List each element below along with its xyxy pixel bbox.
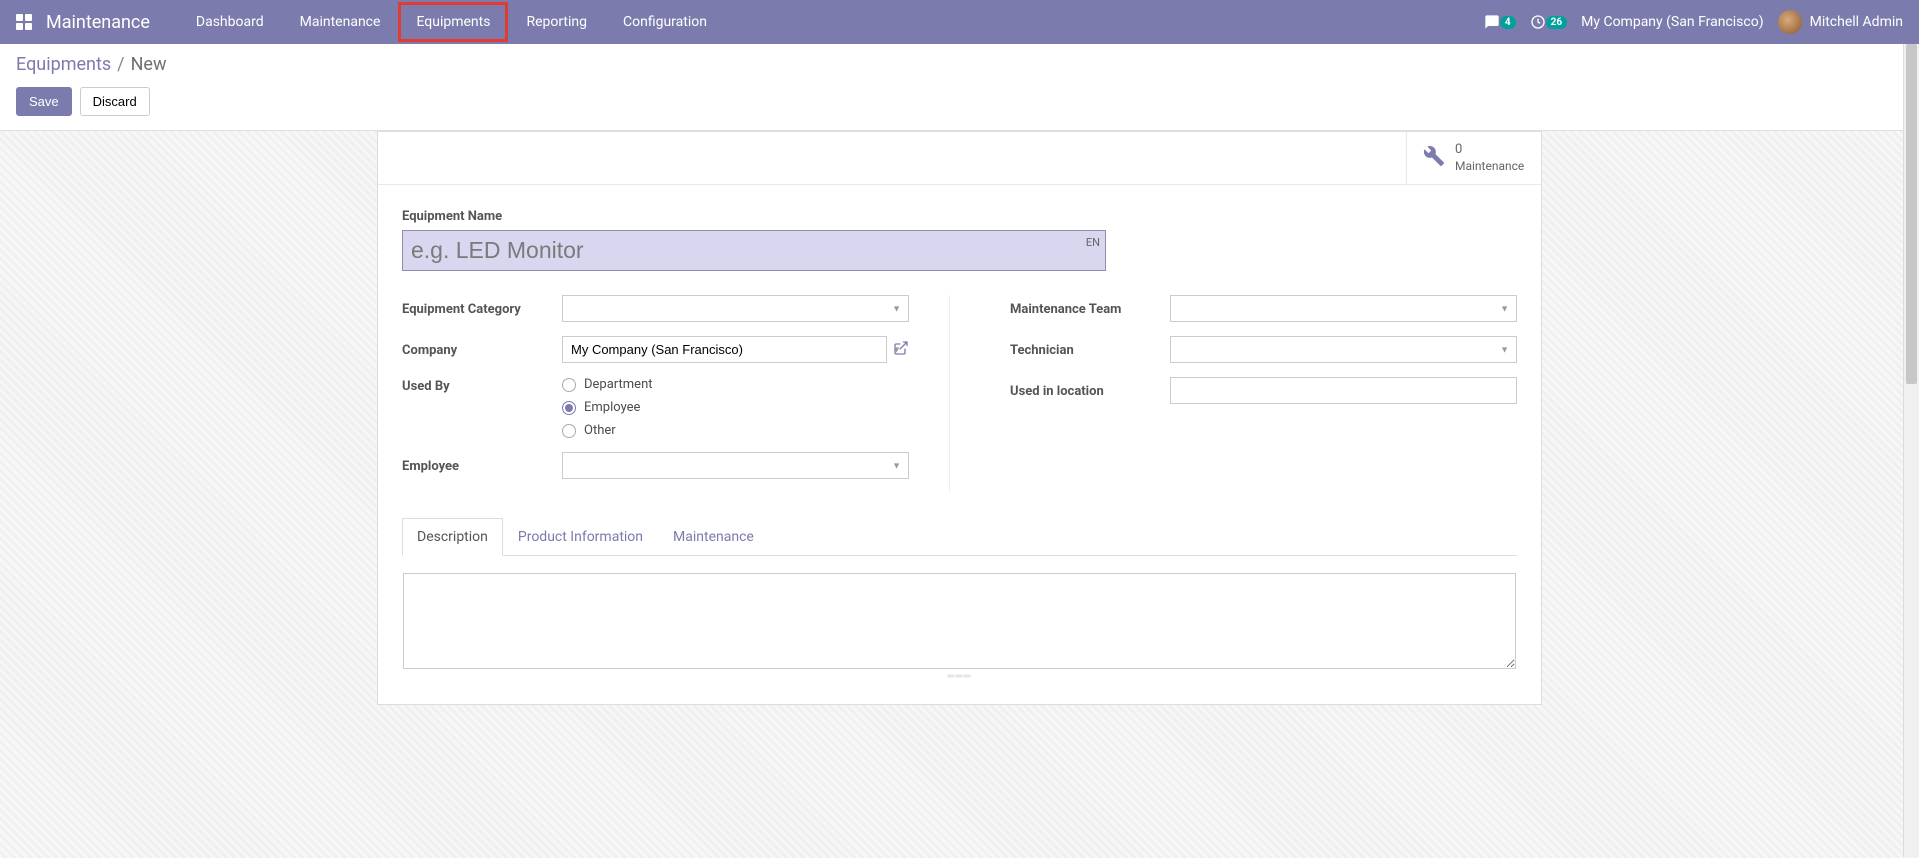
equipment-category-label: Equipment Category (402, 300, 562, 317)
nav-item-maintenance[interactable]: Maintenance (282, 2, 399, 42)
maintenance-team-input[interactable] (1170, 295, 1517, 322)
external-link-icon[interactable] (893, 340, 909, 360)
language-badge[interactable]: EN (1086, 236, 1100, 249)
used-by-radio-group: Department Employee Other (562, 377, 909, 438)
tab-product-information[interactable]: Product Information (503, 518, 658, 556)
breadcrumb: Equipments / New (16, 54, 1903, 75)
wrench-icon (1423, 145, 1445, 171)
nav-menu: Dashboard Maintenance Equipments Reporti… (178, 2, 725, 42)
control-panel: Equipments / New Save Discard (0, 44, 1919, 131)
user-menu[interactable]: Mitchell Admin (1778, 10, 1903, 34)
save-button[interactable]: Save (16, 87, 72, 116)
breadcrumb-parent[interactable]: Equipments (16, 54, 111, 75)
radio-label: Other (584, 423, 616, 438)
activities-count: 26 (1546, 16, 1567, 29)
technician-input[interactable] (1170, 336, 1517, 363)
breadcrumb-current: New (131, 54, 167, 75)
technician-label: Technician (1010, 341, 1170, 358)
form-left-column: Equipment Category ▼ Company (402, 295, 950, 493)
username: Mitchell Admin (1810, 14, 1903, 30)
company-input[interactable] (562, 336, 887, 363)
nav-item-reporting[interactable]: Reporting (508, 2, 605, 42)
scrollbar[interactable] (1903, 44, 1919, 857)
nav-item-equipments[interactable]: Equipments (398, 2, 508, 42)
main-navbar: Maintenance Dashboard Maintenance Equipm… (0, 0, 1919, 44)
used-by-radio-employee[interactable]: Employee (562, 400, 909, 415)
radio-icon (562, 424, 576, 438)
company-switcher[interactable]: My Company (San Francisco) (1581, 14, 1763, 30)
nav-item-dashboard[interactable]: Dashboard (178, 2, 282, 42)
comment-icon (1484, 14, 1500, 30)
app-title[interactable]: Maintenance (46, 12, 150, 33)
radio-icon (562, 378, 576, 392)
tab-description[interactable]: Description (402, 518, 503, 556)
form-right-column: Maintenance Team ▼ Technician (1010, 295, 1517, 493)
used-by-radio-department[interactable]: Department (562, 377, 909, 392)
stat-label: Maintenance (1455, 159, 1524, 175)
company-label: Company (402, 341, 562, 358)
messages-button[interactable]: 4 (1484, 14, 1516, 30)
equipment-name-input[interactable] (402, 230, 1106, 271)
employee-label: Employee (402, 457, 562, 474)
breadcrumb-separator: / (117, 54, 124, 75)
radio-icon (562, 401, 576, 415)
maintenance-stat-button[interactable]: 0 Maintenance (1406, 132, 1541, 184)
used-in-location-input[interactable] (1170, 377, 1517, 404)
activities-button[interactable]: 26 (1530, 14, 1567, 30)
description-textarea[interactable] (403, 573, 1516, 669)
stat-count: 0 (1455, 142, 1524, 159)
messages-count: 4 (1500, 16, 1516, 29)
discard-button[interactable]: Discard (80, 87, 150, 116)
clock-icon (1530, 14, 1546, 30)
equipment-category-input[interactable] (562, 295, 909, 322)
maintenance-team-label: Maintenance Team (1010, 300, 1170, 317)
tab-content-description: ═══ (402, 556, 1517, 680)
employee-input[interactable] (562, 452, 909, 479)
notebook-tabs: Description Product Information Maintena… (402, 517, 1517, 556)
nav-item-configuration[interactable]: Configuration (605, 2, 725, 42)
radio-label: Employee (584, 400, 640, 415)
used-by-radio-other[interactable]: Other (562, 423, 909, 438)
scrollbar-thumb[interactable] (1906, 44, 1917, 384)
form-sheet: 0 Maintenance Equipment Name EN Equipmen… (377, 131, 1542, 705)
main-content: 0 Maintenance Equipment Name EN Equipmen… (0, 131, 1919, 858)
used-by-label: Used By (402, 377, 562, 394)
radio-label: Department (584, 377, 653, 392)
resizer-handle[interactable]: ═══ (403, 673, 1516, 679)
stat-button-bar: 0 Maintenance (378, 132, 1541, 185)
apps-icon[interactable] (16, 14, 32, 30)
tab-maintenance[interactable]: Maintenance (658, 518, 769, 556)
used-in-location-label: Used in location (1010, 382, 1170, 399)
avatar (1778, 10, 1802, 34)
equipment-name-label: Equipment Name (402, 209, 1517, 224)
